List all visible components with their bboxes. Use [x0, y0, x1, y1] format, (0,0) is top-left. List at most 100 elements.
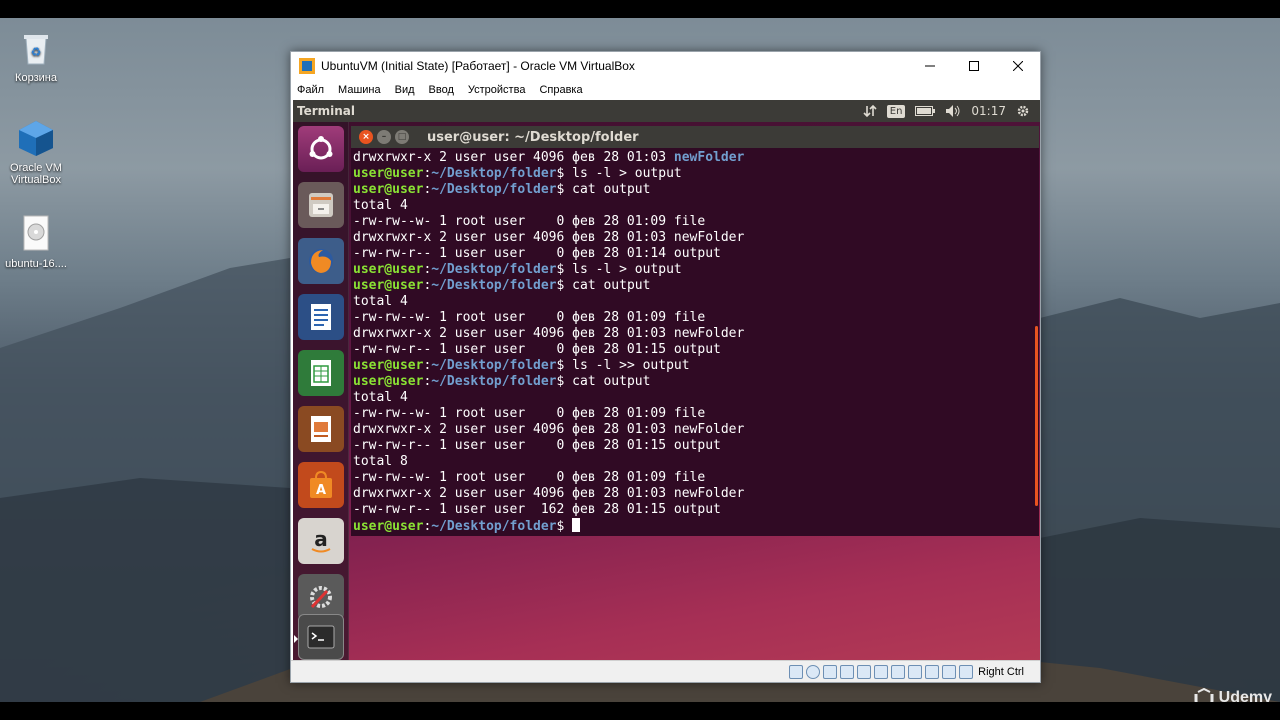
launcher-dash[interactable] [298, 126, 344, 172]
keyboard-layout-indicator[interactable]: En [886, 104, 906, 118]
terminal-line: -rw-rw--w- 1 root user 0 фев 28 01:09 fi… [353, 214, 1037, 230]
prompt-user: user@user [353, 278, 424, 293]
system-menu[interactable] [1016, 104, 1030, 118]
menu-file[interactable]: Файл [297, 84, 324, 96]
close-button[interactable] [996, 52, 1040, 80]
terminal-line: -rw-rw-r-- 1 user user 162 фев 28 01:15 … [353, 502, 1037, 518]
output-text: -rw-rw--w- 1 root user 0 фев 28 01:09 fi… [353, 406, 706, 421]
terminal-line: user@user:~/Desktop/folder$ ls -l > outp… [353, 262, 1037, 278]
display-icon[interactable] [891, 664, 906, 679]
output-text: -rw-rw-r-- 1 user user 0 фев 28 01:15 ou… [353, 438, 721, 453]
virtualbox-app-icon [299, 58, 315, 74]
terminal-minimize-button[interactable]: – [377, 130, 391, 144]
launcher-writer[interactable] [298, 294, 344, 340]
clock[interactable]: 01:17 [971, 104, 1006, 118]
maximize-icon [969, 61, 979, 71]
terminal-window[interactable]: × – □ user@user: ~/Desktop/folder drwxrw… [351, 126, 1039, 536]
output-text: -rw-rw--w- 1 root user 0 фев 28 01:09 fi… [353, 310, 706, 325]
virtualbox-icon [16, 118, 56, 158]
command-text: cat output [564, 182, 651, 197]
letterbox-top [0, 0, 1280, 18]
prompt-path: ~/Desktop/folder [431, 262, 557, 277]
svg-text:A: A [316, 483, 326, 498]
optical-drive-icon[interactable] [806, 664, 821, 679]
battery-indicator[interactable] [915, 105, 936, 117]
audio-icon[interactable] [823, 664, 838, 679]
menu-input[interactable]: Ввод [429, 84, 454, 96]
output-text: total 4 [353, 198, 408, 213]
output-text: drwxrwxr-x 2 user user 4096 фев 28 01:03… [353, 326, 745, 341]
command-text [564, 519, 572, 534]
prompt-user: user@user [353, 166, 424, 181]
terminal-line: drwxrwxr-x 2 user user 4096 фев 28 01:03… [353, 326, 1037, 342]
terminal-line: user@user:~/Desktop/folder$ cat output [353, 182, 1037, 198]
active-app-title: Terminal [297, 104, 356, 118]
cpu-icon[interactable] [925, 664, 940, 679]
terminal-titlebar[interactable]: × – □ user@user: ~/Desktop/folder [351, 126, 1039, 148]
launcher-calc[interactable] [298, 350, 344, 396]
letterbox-bottom [0, 702, 1280, 720]
hard-disk-icon[interactable] [789, 664, 804, 679]
menu-machine[interactable]: Машина [338, 84, 381, 96]
terminal-line: user@user:~/Desktop/folder$ cat output [353, 278, 1037, 294]
terminal-scrollbar[interactable] [1035, 326, 1038, 506]
window-titlebar[interactable]: UbuntuVM (Initial State) [Работает] - Or… [291, 52, 1040, 80]
terminal-close-button[interactable]: × [359, 130, 373, 144]
svg-text:♻: ♻ [31, 45, 42, 59]
launcher-software-center[interactable]: A [298, 462, 344, 508]
terminal-line: user@user:~/Desktop/folder$ ls -l >> out… [353, 358, 1037, 374]
host-key-icon[interactable] [959, 664, 974, 679]
launcher-impress[interactable] [298, 406, 344, 452]
menu-devices[interactable]: Устройства [468, 84, 526, 96]
shared-folders-icon[interactable] [874, 664, 889, 679]
menu-help[interactable]: Справка [539, 84, 582, 96]
terminal-line: total 4 [353, 198, 1037, 214]
terminal-title: user@user: ~/Desktop/folder [427, 129, 639, 145]
launcher-amazon[interactable]: a [298, 518, 344, 564]
launcher-firefox[interactable] [298, 238, 344, 284]
desktop-icon-label: Oracle VM VirtualBox [10, 162, 62, 186]
minimize-button[interactable] [908, 52, 952, 80]
minimize-icon: – [381, 132, 387, 142]
unity-launcher: A a [293, 122, 349, 662]
video-capture-icon[interactable] [908, 664, 923, 679]
usb-icon[interactable] [857, 664, 872, 679]
prompt-path: ~/Desktop/folder [431, 182, 557, 197]
terminal-cursor [572, 518, 581, 532]
launcher-terminal[interactable] [294, 614, 344, 660]
terminal-line: user@user:~/Desktop/folder$ cat output [353, 374, 1037, 390]
output-text: -rw-rw-r-- 1 user user 0 фев 28 01:14 ou… [353, 246, 721, 261]
network-indicator[interactable] [863, 104, 877, 118]
prompt-user: user@user [353, 358, 424, 373]
mouse-integration-icon[interactable] [942, 664, 957, 679]
impress-icon [311, 416, 331, 442]
command-text: cat output [564, 278, 651, 293]
launcher-files[interactable] [298, 182, 344, 228]
prompt-path: ~/Desktop/folder [431, 519, 557, 534]
output-text: total 4 [353, 390, 408, 405]
menu-view[interactable]: Вид [395, 84, 415, 96]
output-text: drwxrwxr-x 2 user user 4096 фев 28 01:03… [353, 486, 745, 501]
desktop-icon-ubuntu-iso[interactable]: ubuntu-16.... [0, 214, 72, 270]
output-text: drwxrwxr-x 2 user user 4096 фев 28 01:03… [353, 422, 745, 437]
maximize-button[interactable] [952, 52, 996, 80]
desktop-icon-label: ubuntu-16.... [5, 258, 67, 270]
listing-text: drwxrwxr-x 2 user user 4096 фев 28 01:03 [353, 150, 674, 165]
network-adapter-icon[interactable] [840, 664, 855, 679]
prompt-path: ~/Desktop/folder [431, 374, 557, 389]
desktop-icon-recycle-bin[interactable]: ♻ Корзина [0, 28, 72, 84]
terminal-line: drwxrwxr-x 2 user user 4096 фев 28 01:03… [353, 230, 1037, 246]
minimize-icon [925, 65, 935, 67]
terminal-output[interactable]: drwxrwxr-x 2 user user 4096 фев 28 01:03… [353, 150, 1037, 534]
terminal-line: total 8 [353, 454, 1037, 470]
terminal-line: drwxrwxr-x 2 user user 4096 фев 28 01:03… [353, 150, 1037, 166]
command-text: cat output [564, 374, 651, 389]
desktop-icon-virtualbox[interactable]: Oracle VM VirtualBox [0, 118, 72, 186]
battery-icon [915, 106, 936, 116]
terminal-maximize-button[interactable]: □ [395, 130, 409, 144]
terminal-icon [307, 625, 335, 649]
guest-screen[interactable]: Terminal En 01:17 A a × – □ user@user: ~… [293, 100, 1040, 662]
sound-indicator[interactable] [945, 104, 961, 118]
close-icon [1013, 61, 1023, 71]
output-text: drwxrwxr-x 2 user user 4096 фев 28 01:03… [353, 230, 745, 245]
